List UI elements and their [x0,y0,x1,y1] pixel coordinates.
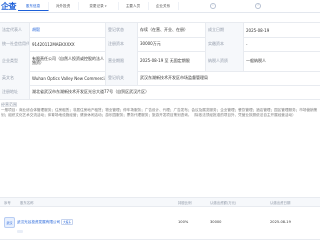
table-row: 1 武汉 武汉光谷投资发展有限公司 大股东 100% 30000 2025-08… [0,205,320,240]
tab-label: 主要人员 [125,3,141,8]
label-legal-rep: 法定代表人 [0,23,30,37]
label-founded: 成立日期 [206,23,244,37]
qcc-logo[interactable]: 企查 [1,1,17,11]
info-row-address: 注册地址 湖北省武汉市东湖新技术开发区光谷大道77号（自贸区武汉片区） [0,85,320,100]
company-info-grid: 法定代表人 胡毅 登记状态 存续（在营、开业、在册） 成立日期 2025-08-… [0,22,320,100]
label-address: 注册地址 [0,85,30,99]
subscribed-date: 2025-08-19 [270,220,291,224]
label-credit-code: 统一社会信用代码 [0,37,30,51]
english-name-value: Wuhan Optics Valley New Commercial Devel… [30,71,106,85]
label-english-name: 英文名 [0,71,30,85]
label-authority: 登记机关 [106,71,138,85]
tab-label: 股东信息 [25,3,41,8]
label-term: 营业期限 [106,51,138,71]
tab-company-name-field[interactable]: 变更记录 ▼ [78,2,119,10]
chevron-down-icon: ▼ [104,4,107,8]
credit-code-value: 91420112MAEKXXXX [30,37,106,51]
info-row-legal-rep: 法定代表人 胡毅 登记状态 存续（在营、开业、在册） 成立日期 2025-08-… [0,23,320,38]
term-value: 2025-08-19 至 无固定期限 [138,51,206,71]
help-icon[interactable]: ? [255,3,261,9]
top-tab-bar: 企查 股东信息 对外投资 变更记录 ▼ 主要人员 企业关系 i ? [0,0,320,13]
tab-investments[interactable]: 对外投资 [48,2,79,10]
shareholder-name-link[interactable]: 武汉光谷投资发展有限公司 大股东 [17,205,73,239]
info-row-type: 企业类型 有限责任公司（自然人投资或控股的法人独资） 营业期限 2025-08-… [0,51,320,72]
label-status: 登记状态 [106,23,138,37]
legal-rep-link[interactable]: 胡毅 [30,23,106,37]
paid-capital-value: - [246,41,248,47]
address-value: 湖北省武汉市东湖新技术开发区光谷大道77号（自贸区武汉片区） [32,89,150,94]
label-company-type: 企业类型 [0,51,30,71]
tab-relations[interactable]: 企业关系 [148,2,179,10]
company-type-value: 有限责任公司（自然人投资或控股的法人独资） [30,51,106,71]
info-row-credit-code: 统一社会信用代码 91420112MAEKXXXX 注册资本 30000万元 实… [0,37,320,52]
tab-shareholders[interactable]: 股东信息 [18,2,49,11]
business-scope-text: 一般项目：商业综合体管理服务；住房租赁；非居住房地产租赁；物业管理；停车场服务；… [1,108,318,118]
label-reg-capital: 注册资本 [106,37,138,51]
logo-mark: 企查 [1,1,17,11]
info-row-english: 英文名 Wuhan Optics Valley New Commercial D… [0,71,320,86]
status-value: 存续（在营、开业、在册） [138,23,206,37]
major-shareholder-badge: 大股东 [61,219,73,225]
founded-value: 2025-08-19 [246,27,270,33]
taxpayer-value: 一般纳税人 [246,58,266,63]
label-taxpayer: 纳税人资质 [206,51,244,71]
tab-key-personnel[interactable]: 主要人员 [118,2,149,10]
company-avatar-icon: 武汉 [4,217,15,228]
tab-label: 企业关系 [155,3,171,8]
tab-label: 变更记录 [89,3,104,8]
tag-chip [17,230,23,233]
label-paid-capital: 实缴资本 [206,37,244,51]
shareholder-name[interactable]: 武汉光谷投资发展有限公司 [17,220,60,225]
authority-value: 武汉东湖新技术开发区市场监督管理局 [140,75,208,80]
subscribed-amount: 30000 [210,220,222,224]
share-ratio: 100% [178,220,189,224]
info-icon[interactable]: i [210,3,216,9]
tab-label: 对外投资 [55,3,71,8]
reg-capital-value: 30000万元 [138,37,206,51]
